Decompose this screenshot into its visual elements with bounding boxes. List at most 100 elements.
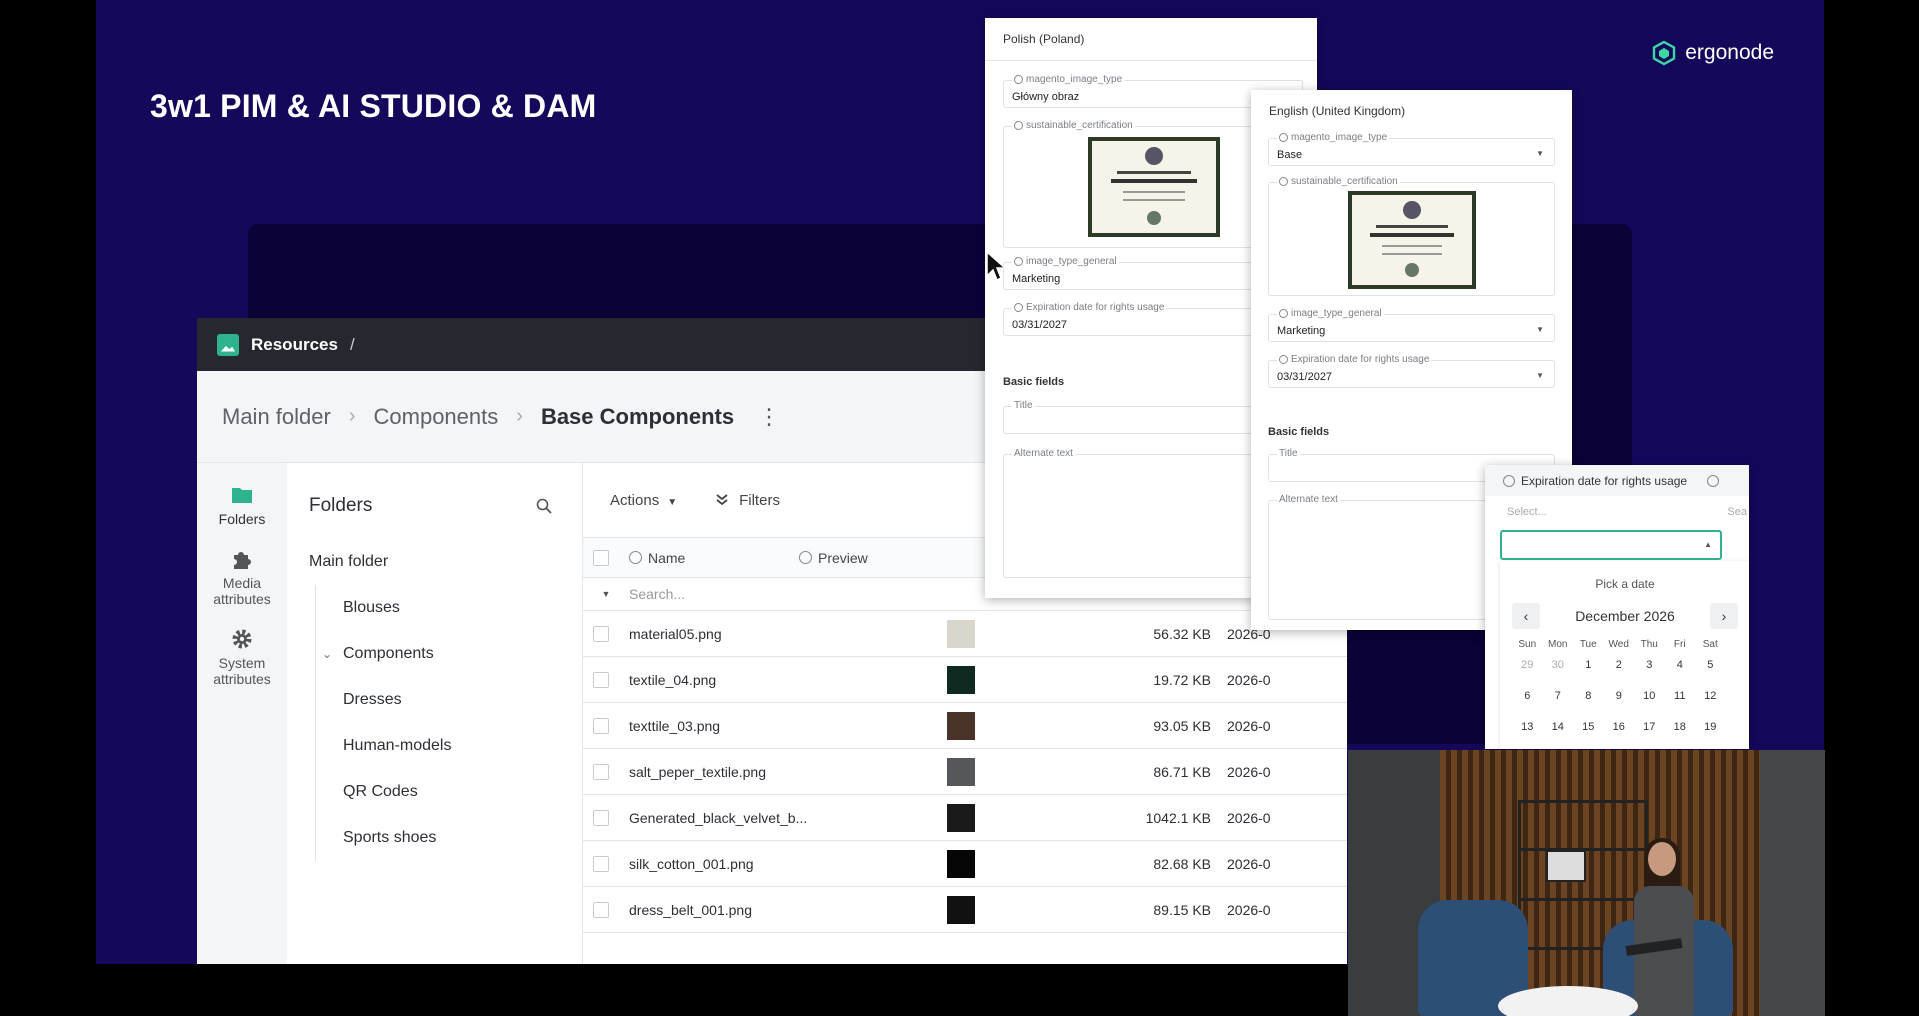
globe-icon <box>1014 257 1023 266</box>
calendar-day[interactable]: 14 <box>1543 712 1574 743</box>
row-checkbox[interactable] <box>593 671 609 688</box>
calendar-day[interactable]: 8 <box>1573 681 1604 712</box>
row-checkbox[interactable] <box>593 763 609 780</box>
field-value: Główny obraz <box>1012 91 1080 103</box>
video-presenter <box>1625 838 1698 1016</box>
calendar-day[interactable]: 18 <box>1665 712 1696 743</box>
rail-item-system-attributes[interactable]: System attributes <box>197 607 287 687</box>
folder-blouses[interactable]: Blouses <box>315 585 582 631</box>
date-input[interactable]: ▲ <box>1500 530 1722 560</box>
search-icon[interactable] <box>536 498 552 514</box>
preview-thumbnail[interactable] <box>947 757 975 786</box>
table-row[interactable]: textile_04.png 19.72 KB 2026-0 <box>583 657 1347 703</box>
select-all-checkbox[interactable] <box>593 549 609 566</box>
folder-components[interactable]: ⌄ Components <box>315 631 582 677</box>
breadcrumb-main-folder[interactable]: Main folder <box>222 404 331 430</box>
field-label: magento_image_type <box>1012 74 1125 85</box>
file-size: 82.68 KB <box>1153 855 1211 872</box>
calendar-day[interactable]: 2 <box>1604 650 1635 681</box>
preview-thumbnail[interactable] <box>947 803 975 832</box>
calendar-nav: ‹ December 2026 › <box>1500 603 1749 629</box>
calendar-day[interactable]: 6 <box>1512 681 1543 712</box>
preview-thumbnail[interactable] <box>947 619 975 648</box>
table-row[interactable]: material05.png 56.32 KB 2026-0 <box>583 611 1347 657</box>
expiration-date-select[interactable]: Expiration date for rights usage 03/31/2… <box>1268 354 1555 388</box>
field-value: Base <box>1277 149 1303 161</box>
certificate-image[interactable] <box>1348 191 1476 289</box>
calendar-day[interactable]: 13 <box>1512 712 1543 743</box>
calendar-day[interactable]: 12 <box>1695 681 1726 712</box>
row-checkbox[interactable] <box>593 717 609 734</box>
calendar-day[interactable]: 5 <box>1695 650 1726 681</box>
topbar-title[interactable]: Resources <box>251 335 338 355</box>
column-name-label: Name <box>648 549 686 566</box>
rail-item-media-attributes[interactable]: Media attributes <box>197 527 287 607</box>
field-label: sustainable_certification <box>1277 176 1400 187</box>
breadcrumb-components[interactable]: Components <box>374 404 499 430</box>
basic-fields-heading: Basic fields <box>1268 426 1330 438</box>
image-type-general-select[interactable]: image_type_general Marketing ▼ <box>1268 308 1555 342</box>
calendar-day[interactable]: 10 <box>1634 681 1665 712</box>
more-vertical-icon[interactable]: ⋮ <box>758 404 780 430</box>
table-row[interactable]: Generated_black_velvet_b... 1042.1 KB 2026… <box>583 795 1347 841</box>
panel-title: Polish (Poland) <box>985 18 1317 61</box>
folder-sports-shoes[interactable]: Sports shoes <box>315 815 582 861</box>
calendar-day[interactable]: 7 <box>1543 681 1574 712</box>
preview-thumbnail[interactable] <box>947 895 975 924</box>
sustainable-certification-field[interactable]: sustainable_certification <box>1268 176 1555 296</box>
select-placeholder[interactable]: Select... Sea <box>1485 496 1749 528</box>
preview-thumbnail[interactable] <box>947 711 975 740</box>
calendar-day[interactable]: 15 <box>1573 712 1604 743</box>
filters-button[interactable]: Filters <box>715 492 780 509</box>
calendar-day[interactable]: 1 <box>1573 650 1604 681</box>
calendar-day[interactable]: 4 <box>1665 650 1696 681</box>
prev-month-button[interactable]: ‹ <box>1512 603 1540 629</box>
actions-button[interactable]: Actions ▼ <box>610 492 677 509</box>
globe-icon <box>1279 309 1288 318</box>
calendar-day[interactable]: 11 <box>1665 681 1696 712</box>
folder-human-models[interactable]: Human-models <box>315 723 582 769</box>
row-checkbox[interactable] <box>593 901 609 918</box>
next-month-button[interactable]: › <box>1710 603 1738 629</box>
calendar-day[interactable]: 19 <box>1695 712 1726 743</box>
preview-thumbnail[interactable] <box>947 665 975 694</box>
file-name: textile_04.png <box>629 671 717 688</box>
caret-down-icon: ▼ <box>1536 149 1544 158</box>
row-checkbox[interactable] <box>593 625 609 642</box>
folder-main[interactable]: Main folder <box>309 539 582 585</box>
calendar-day[interactable]: 30 <box>1543 650 1574 681</box>
column-preview[interactable]: Preview <box>799 550 868 566</box>
folder-dresses[interactable]: Dresses <box>315 677 582 723</box>
rail-label: Folders <box>218 511 266 527</box>
rail-item-folders[interactable]: Folders <box>197 463 287 527</box>
table-row[interactable]: texttile_03.png 93.05 KB 2026-0 <box>583 703 1347 749</box>
column-name[interactable]: Name <box>629 550 799 566</box>
field-value: 03/31/2027 <box>1277 371 1333 383</box>
table-row[interactable]: dress_belt_001.png 89.15 KB 2026-0 <box>583 887 1347 933</box>
calendar-day[interactable]: 29 <box>1512 650 1543 681</box>
video-picture-frame <box>1546 850 1586 882</box>
chevron-down-icon[interactable]: ⌄ <box>322 647 334 661</box>
certificate-image[interactable] <box>1088 137 1220 237</box>
file-size: 89.15 KB <box>1153 901 1211 918</box>
brand-logo: ergonode <box>1651 40 1774 66</box>
calendar-day[interactable]: 3 <box>1634 650 1665 681</box>
placeholder-text: Select... <box>1507 506 1547 518</box>
folder-qr-codes[interactable]: QR Codes <box>315 769 582 815</box>
file-date: 2026-0 <box>1227 763 1271 780</box>
row-checkbox[interactable] <box>593 809 609 826</box>
magento-image-type-select[interactable]: magento_image_type Base ▼ <box>1268 132 1555 166</box>
table-row[interactable]: silk_cotton_001.png 82.68 KB 2026-0 <box>583 841 1347 887</box>
calendar-day[interactable]: 9 <box>1604 681 1635 712</box>
caret-down-icon[interactable]: ▼ <box>583 589 629 599</box>
table-row[interactable]: salt_peper_textile.png 86.71 KB 2026-0 <box>583 749 1347 795</box>
calendar-day[interactable]: 17 <box>1634 712 1665 743</box>
row-checkbox[interactable] <box>593 855 609 872</box>
name-search-input[interactable]: Search... <box>629 586 685 602</box>
field-label: Expiration date for rights usage <box>1277 354 1432 365</box>
calendar-day[interactable]: 16 <box>1604 712 1635 743</box>
folder-label: Components <box>343 645 434 662</box>
preview-thumbnail[interactable] <box>947 849 975 878</box>
label-text: image_type_general <box>1291 308 1382 319</box>
field-label: sustainable_certification <box>1012 120 1135 131</box>
